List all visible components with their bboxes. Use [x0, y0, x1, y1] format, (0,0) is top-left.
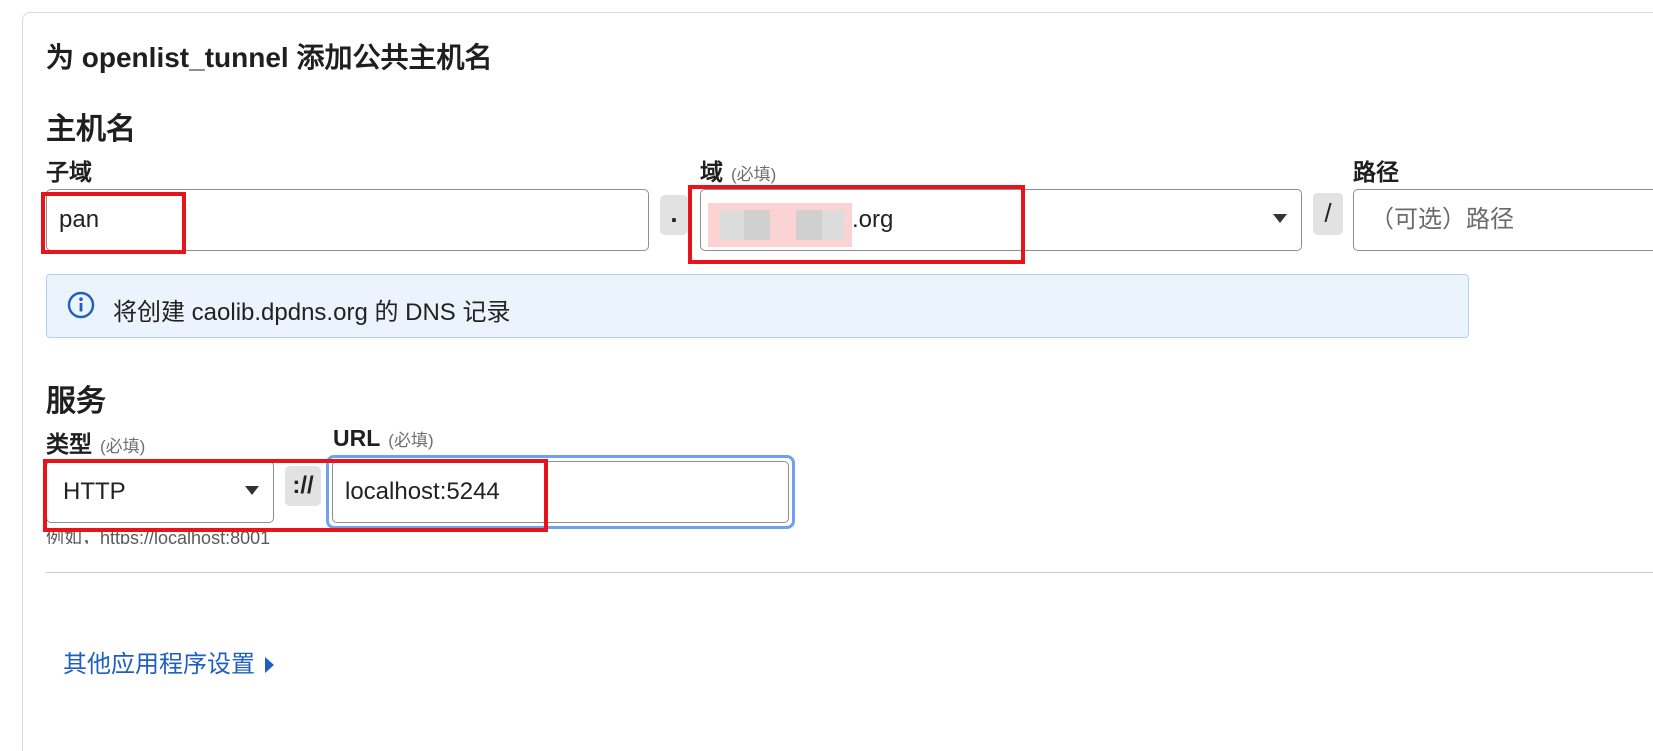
type-required-note: (必填) — [100, 437, 146, 456]
url-label-text: URL — [333, 425, 381, 451]
type-label-text: 类型 — [46, 431, 92, 457]
url-input[interactable]: localhost:5244 — [332, 461, 789, 523]
path-label: 路径 — [1353, 159, 1399, 185]
caret-right-icon — [265, 657, 274, 673]
additional-settings-label: 其他应用程序设置 — [63, 651, 255, 678]
subdomain-input[interactable]: pan — [46, 189, 649, 251]
dns-info-text: 将创建 caolib.dpdns.org 的 DNS 记录 — [113, 299, 511, 326]
type-select[interactable]: HTTP — [46, 461, 274, 523]
url-label: URL (必填) — [333, 425, 434, 452]
domain-label-text: 域 — [700, 159, 723, 185]
page-title: 为 openlist_tunnel 添加公共主机名 — [46, 42, 493, 73]
redacted-cell — [822, 210, 844, 240]
domain-required-note: (必填) — [731, 165, 777, 184]
dns-info-banner: 将创建 caolib.dpdns.org 的 DNS 记录 — [46, 274, 1469, 338]
path-placeholder: （可选）路径 — [1370, 206, 1514, 233]
form-card — [22, 12, 1653, 751]
page: 为 openlist_tunnel 添加公共主机名 主机名 子域 pan . 域… — [0, 0, 1653, 751]
path-input[interactable]: （可选）路径 — [1353, 189, 1653, 251]
section-divider — [46, 572, 1653, 573]
scheme-separator: :// — [285, 466, 321, 506]
info-icon — [67, 291, 95, 319]
additional-settings-link[interactable]: 其他应用程序设置 — [63, 644, 274, 679]
subdomain-value: pan — [59, 206, 100, 233]
chevron-down-icon — [1273, 214, 1287, 223]
dot-separator: . — [660, 195, 688, 235]
domain-visible-suffix: .org — [852, 206, 894, 233]
domain-label: 域 (必填) — [700, 153, 776, 187]
redacted-cell — [744, 210, 770, 240]
chevron-down-icon — [245, 486, 259, 495]
url-helper-text: 例如，https://localhost:8001 — [46, 528, 271, 544]
type-value: HTTP — [63, 478, 126, 505]
redacted-cell — [720, 210, 744, 240]
hostname-section-title: 主机名 — [46, 113, 136, 146]
url-value: localhost:5244 — [345, 478, 500, 505]
type-label: 类型 (必填) — [46, 425, 145, 459]
redacted-cell — [796, 210, 822, 240]
redacted-domain — [708, 203, 852, 247]
url-required-note: (必填) — [388, 431, 434, 450]
slash-separator: / — [1313, 193, 1343, 235]
service-section-title: 服务 — [46, 385, 106, 418]
subdomain-label: 子域 — [46, 159, 92, 185]
